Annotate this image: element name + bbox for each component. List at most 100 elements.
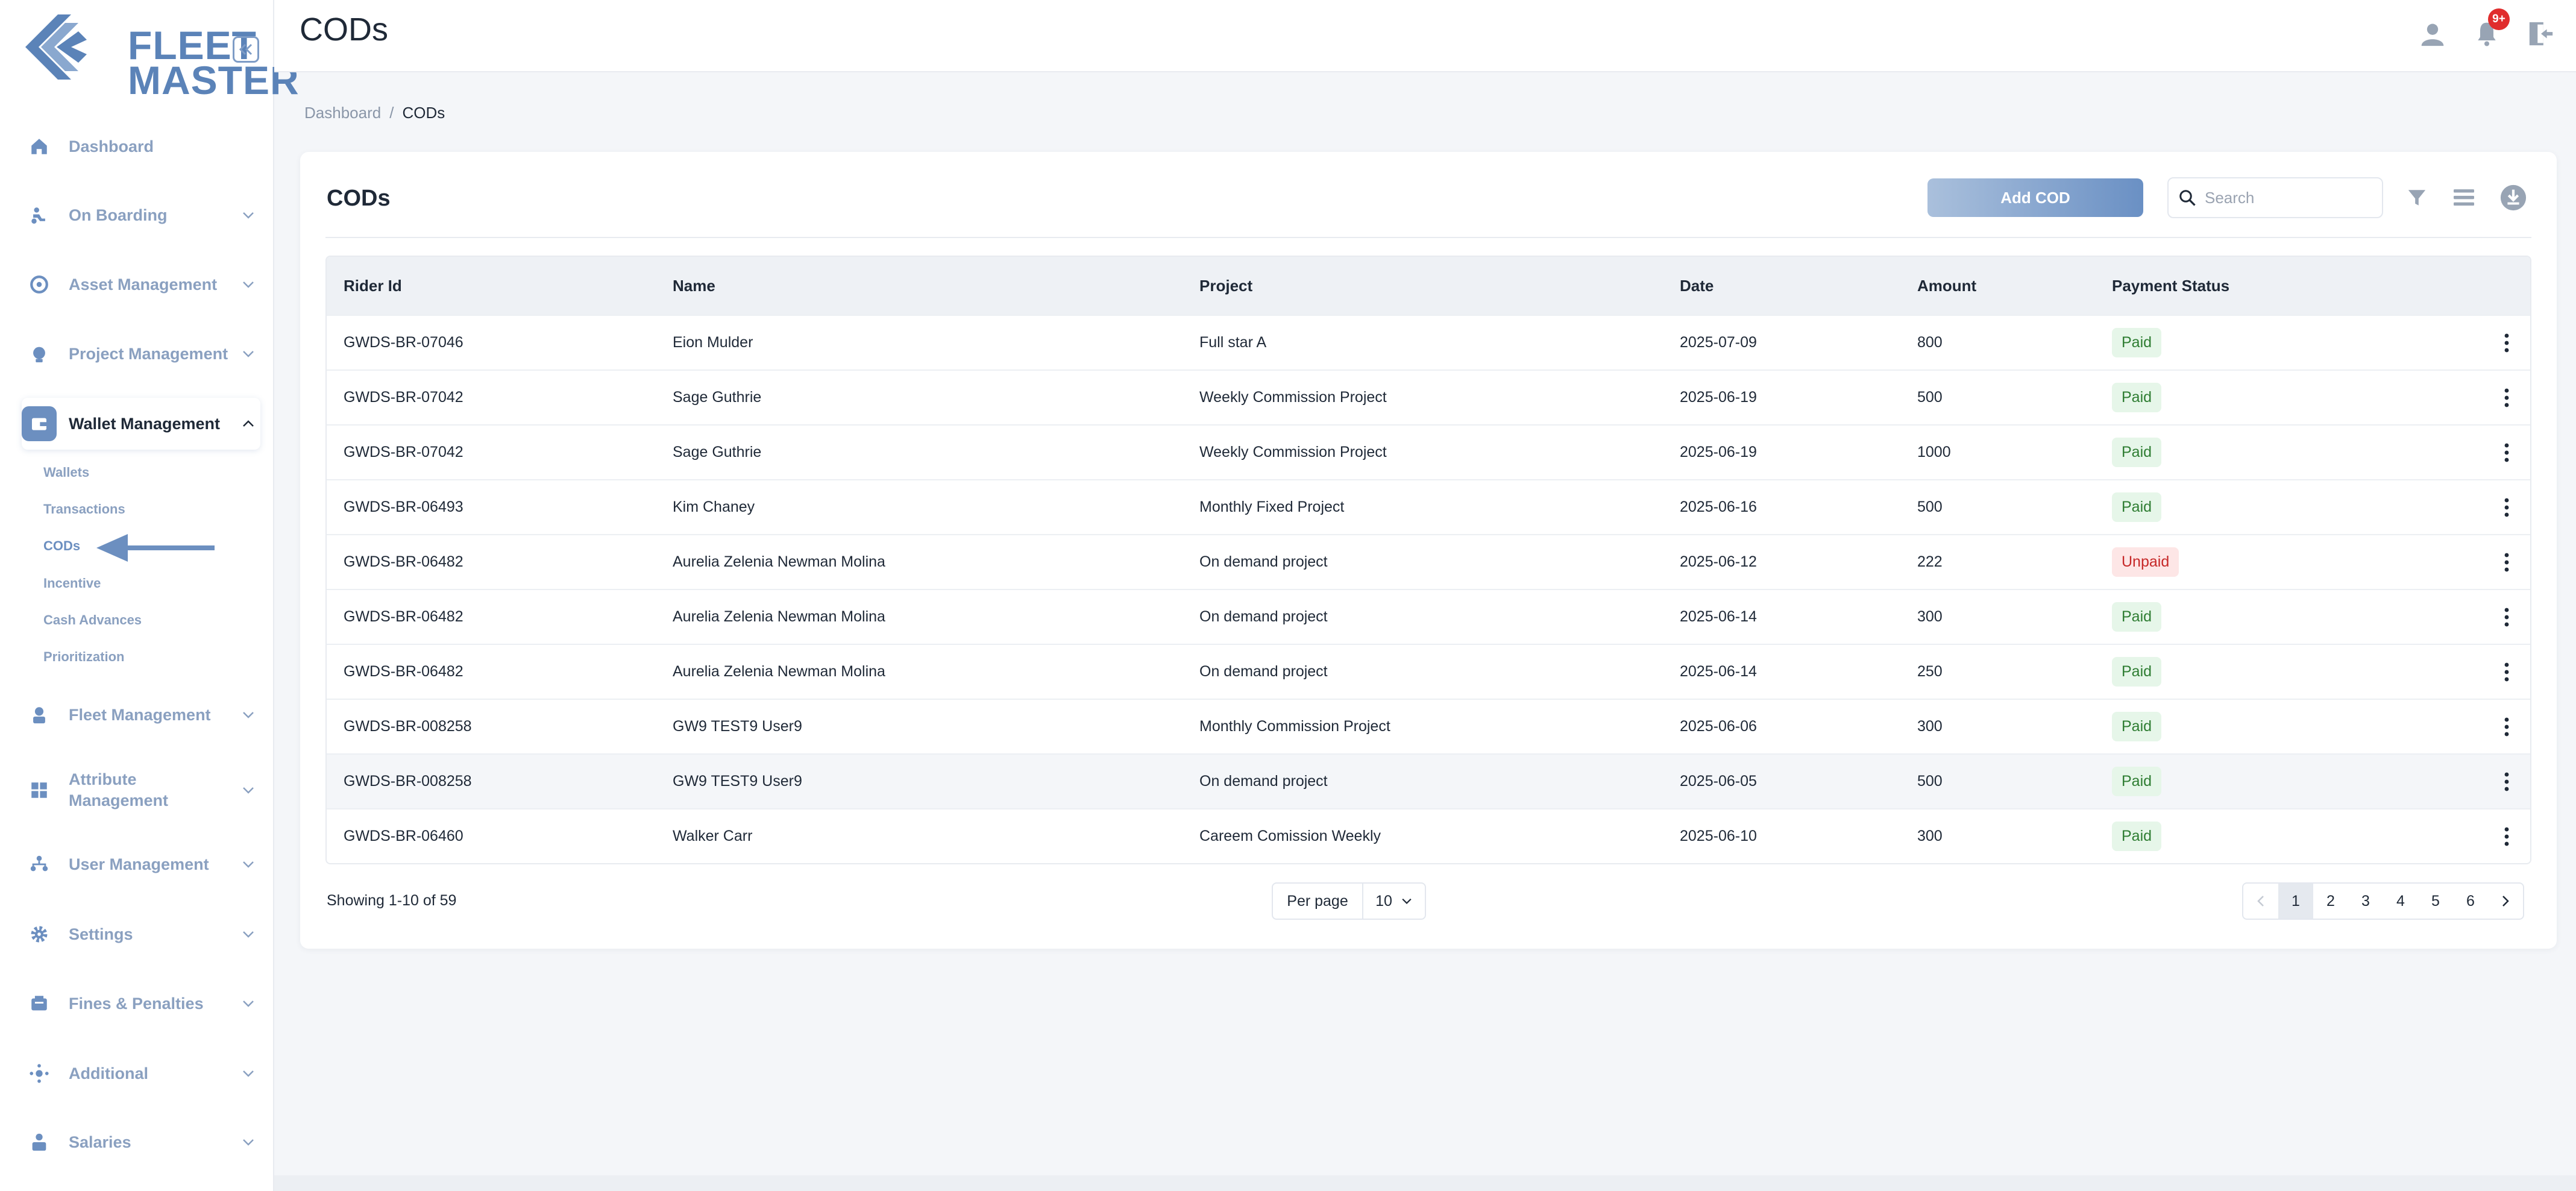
sidebar-item-label: Project Management: [69, 344, 228, 363]
card-divider: [325, 237, 2531, 238]
cell-payment-status: Paid: [2112, 767, 2461, 796]
sidebar-item-label: Settings: [69, 925, 133, 943]
cell-name: Kim Chaney: [673, 498, 755, 515]
search-input[interactable]: [2204, 187, 2375, 208]
page-button[interactable]: 6: [2453, 884, 2488, 919]
cell-payment-status: Paid: [2112, 657, 2461, 687]
row-actions-button[interactable]: [2461, 662, 2530, 682]
more-vertical-icon: [2504, 608, 2509, 626]
cell-payment-status: Unpaid: [2112, 547, 2461, 577]
table-row[interactable]: GWDS-BR-07046 Eion Mulder Full star A 2025-…: [327, 315, 2530, 369]
sidebar-item-salaries[interactable]: Salaries: [22, 1116, 260, 1168]
notifications-button[interactable]: 9+: [2470, 8, 2510, 51]
row-actions-button[interactable]: [2461, 717, 2530, 737]
row-actions-button[interactable]: [2461, 826, 2530, 847]
page-button[interactable]: 3: [2348, 884, 2383, 919]
status-badge: Paid: [2112, 767, 2162, 796]
wallet-icon: [22, 406, 57, 441]
table-row[interactable]: GWDS-BR-008258 GW9 TEST9 User9 On demand p…: [327, 753, 2530, 808]
row-actions-button[interactable]: [2461, 497, 2530, 518]
column-header-name[interactable]: Name: [673, 277, 1199, 295]
cell-name: Aurelia Zelenia Newman Molina: [673, 553, 885, 570]
sidebar-item-project-management[interactable]: Project Management: [22, 328, 260, 380]
column-header-amount[interactable]: Amount: [1917, 277, 2112, 295]
table-row[interactable]: GWDS-BR-008258 GW9 TEST9 User9 Monthly Com…: [327, 699, 2530, 753]
per-page-selector[interactable]: Per page 10: [1272, 882, 1426, 920]
table-row[interactable]: GWDS-BR-06460 Walker Carr Careem Comission…: [327, 808, 2530, 863]
sidebar-sub-cods[interactable]: CODs: [43, 538, 80, 554]
cell-project: Monthly Commission Project: [1199, 718, 1390, 735]
next-page-button[interactable]: [2488, 884, 2523, 919]
bottom-scroll-area: [274, 1175, 2576, 1191]
column-header-rider-id[interactable]: Rider Id: [327, 277, 673, 295]
row-actions-button[interactable]: [2461, 388, 2530, 408]
column-header-payment-status[interactable]: Payment Status: [2112, 277, 2461, 295]
status-badge: Paid: [2112, 822, 2162, 851]
sidebar-item-dashboard[interactable]: Dashboard: [22, 121, 260, 172]
cell-name: Aurelia Zelenia Newman Molina: [673, 608, 885, 625]
columns-button[interactable]: [2447, 181, 2481, 215]
row-actions-button[interactable]: [2461, 552, 2530, 573]
sidebar-sub-cash-advances[interactable]: Cash Advances: [43, 612, 142, 628]
breadcrumb-separator: /: [389, 104, 394, 122]
page-button[interactable]: 2: [2313, 884, 2348, 919]
sidebar-item-on-boarding[interactable]: On Boarding: [22, 189, 260, 241]
notification-badge: 9+: [2488, 8, 2510, 30]
more-vertical-icon: [2504, 333, 2509, 352]
page-title: CODs: [300, 11, 388, 48]
cell-rider-id: GWDS-BR-07042: [344, 389, 463, 406]
page-button[interactable]: 4: [2383, 884, 2418, 919]
cell-amount: 500: [1917, 498, 1943, 515]
table-row[interactable]: GWDS-BR-07042 Sage Guthrie Weekly Commissi…: [327, 424, 2530, 479]
table-row[interactable]: GWDS-BR-06493 Kim Chaney Monthly Fixed Pro…: [327, 479, 2530, 534]
sidebar-sub-prioritization[interactable]: Prioritization: [43, 649, 124, 665]
cell-rider-id: GWDS-BR-07042: [344, 444, 463, 460]
sidebar-sub-transactions[interactable]: Transactions: [43, 501, 125, 517]
cell-date: 2025-06-10: [1680, 828, 1757, 844]
sidebar-item-wallet-management[interactable]: Wallet Management: [22, 398, 260, 450]
sidebar-item-asset-management[interactable]: Asset Management: [22, 259, 260, 310]
sidebar-item-fleet-management[interactable]: Fleet Management: [22, 689, 260, 741]
prev-page-button[interactable]: [2243, 884, 2278, 919]
cell-payment-status: Paid: [2112, 712, 2461, 741]
column-header-project[interactable]: Project: [1199, 277, 1680, 295]
table-row[interactable]: GWDS-BR-07042 Sage Guthrie Weekly Commissi…: [327, 369, 2530, 424]
cell-amount: 500: [1917, 389, 1943, 406]
row-actions-button[interactable]: [2461, 333, 2530, 353]
filter-button[interactable]: [2400, 181, 2434, 215]
cell-payment-status: Paid: [2112, 328, 2461, 357]
sidebar-item-fines-penalties[interactable]: Fines & Penalties: [22, 978, 260, 1029]
rider-icon: [22, 198, 57, 233]
column-header-date[interactable]: Date: [1680, 277, 1917, 295]
row-actions-button[interactable]: [2461, 607, 2530, 627]
cell-name: Aurelia Zelenia Newman Molina: [673, 663, 885, 680]
page-button[interactable]: 5: [2418, 884, 2453, 919]
cell-rider-id: GWDS-BR-06493: [344, 498, 463, 515]
sidebar-item-additional[interactable]: Additional: [22, 1048, 260, 1099]
sidebar-item-attribute-management[interactable]: Attribute Management: [22, 764, 260, 816]
cell-project: On demand project: [1199, 663, 1328, 680]
page-button[interactable]: 1: [2278, 884, 2313, 919]
sidebar-sub-wallets[interactable]: Wallets: [43, 465, 89, 480]
sidebar-item-user-management[interactable]: User Management: [22, 838, 260, 890]
chevron-right-icon: [2502, 896, 2509, 907]
cell-name: GW9 TEST9 User9: [673, 773, 802, 790]
table-row[interactable]: GWDS-BR-06482 Aurelia Zelenia Newman Moli…: [327, 644, 2530, 699]
row-actions-button[interactable]: [2461, 442, 2530, 463]
profile-button[interactable]: [2416, 17, 2449, 51]
breadcrumb-dashboard-link[interactable]: Dashboard: [304, 104, 381, 122]
row-actions-button[interactable]: [2461, 771, 2530, 792]
chevron-down-icon: [236, 350, 260, 358]
table-row[interactable]: GWDS-BR-06482 Aurelia Zelenia Newman Moli…: [327, 589, 2530, 644]
per-page-dropdown[interactable]: 10: [1363, 893, 1425, 910]
logout-button[interactable]: [2524, 17, 2558, 51]
sidebar-item-settings[interactable]: Settings: [22, 908, 260, 960]
cell-name: GW9 TEST9 User9: [673, 718, 802, 735]
cell-amount: 800: [1917, 334, 1943, 351]
add-cod-button[interactable]: Add COD: [1927, 178, 2143, 217]
download-button[interactable]: [2496, 181, 2530, 215]
sidebar-sub-incentive[interactable]: Incentive: [43, 576, 101, 591]
collapse-sidebar-button[interactable]: [233, 36, 259, 63]
cell-date: 2025-06-14: [1680, 608, 1757, 625]
table-row[interactable]: GWDS-BR-06482 Aurelia Zelenia Newman Moli…: [327, 534, 2530, 589]
